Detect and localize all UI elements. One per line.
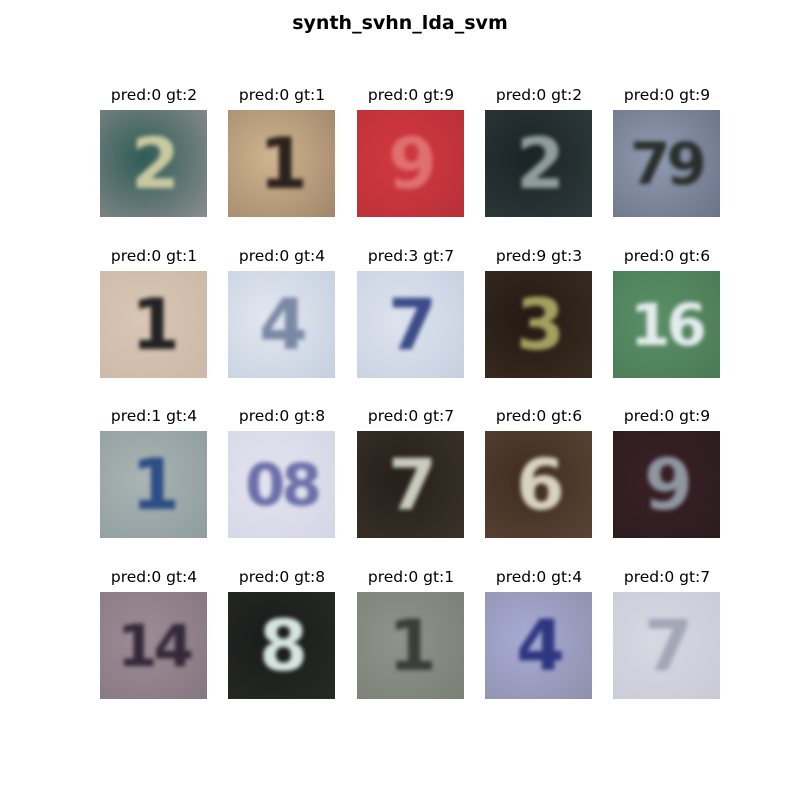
- digit-glyph: 7: [644, 604, 693, 687]
- digit-glyph: 79: [630, 129, 707, 198]
- digit-glyph: 8: [259, 604, 308, 687]
- digit-glyph: 4: [516, 604, 565, 687]
- sample-label: pred:0 gt:1: [367, 568, 455, 586]
- sample-label: pred:0 gt:2: [495, 86, 583, 104]
- sample-label: pred:0 gt:6: [623, 247, 711, 265]
- digit-image: 1: [100, 271, 207, 378]
- digit-glyph: 1: [131, 443, 180, 526]
- digit-image: 1: [357, 592, 464, 699]
- digit-glyph: 4: [259, 283, 308, 366]
- digit-image: 14: [100, 592, 207, 699]
- digit-image: 8: [228, 592, 335, 699]
- sample-label: pred:0 gt:4: [238, 247, 326, 265]
- sample-label: pred:0 gt:4: [110, 568, 198, 586]
- digit-glyph: 1: [131, 283, 180, 366]
- digit-glyph: 1: [259, 122, 308, 205]
- digit-glyph: 16: [630, 290, 707, 359]
- digit-image: 08: [228, 431, 335, 538]
- digit-glyph: 9: [388, 122, 437, 205]
- figure-title: synth_svhn_lda_svm: [292, 12, 508, 34]
- digit-glyph: 14: [117, 611, 194, 680]
- digit-image: 9: [357, 110, 464, 217]
- sample-label: pred:9 gt:3: [495, 247, 583, 265]
- digit-image: 7: [357, 431, 464, 538]
- sample-label: pred:0 gt:7: [367, 407, 455, 425]
- digit-image: 1: [228, 110, 335, 217]
- digit-image: 4: [485, 592, 592, 699]
- digit-glyph: 6: [516, 443, 565, 526]
- sample-label: pred:0 gt:7: [623, 568, 711, 586]
- digit-image: 7: [613, 592, 720, 699]
- digit-glyph: 9: [644, 443, 693, 526]
- sample-label: pred:1 gt:4: [110, 407, 198, 425]
- digit-image: 16: [613, 271, 720, 378]
- digit-image: 4: [228, 271, 335, 378]
- sample-label: pred:3 gt:7: [367, 247, 455, 265]
- digit-image: 3: [485, 271, 592, 378]
- sample-label: pred:0 gt:4: [495, 568, 583, 586]
- digit-glyph: 7: [388, 283, 437, 366]
- sample-label: pred:0 gt:1: [238, 86, 326, 104]
- digit-glyph: 2: [131, 122, 180, 205]
- digit-image: 2: [485, 110, 592, 217]
- sample-label: pred:0 gt:8: [238, 407, 326, 425]
- sample-label: pred:0 gt:8: [238, 568, 326, 586]
- digit-glyph: 2: [516, 122, 565, 205]
- digit-glyph: 7: [388, 443, 437, 526]
- digit-image: 7: [357, 271, 464, 378]
- sample-label: pred:0 gt:9: [623, 86, 711, 104]
- digit-image: 9: [613, 431, 720, 538]
- sample-label: pred:0 gt:6: [495, 407, 583, 425]
- sample-label: pred:0 gt:9: [367, 86, 455, 104]
- sample-label: pred:0 gt:9: [623, 407, 711, 425]
- sample-label: pred:0 gt:2: [110, 86, 198, 104]
- digit-image: 2: [100, 110, 207, 217]
- sample-label: pred:0 gt:1: [110, 247, 198, 265]
- digit-glyph: 08: [245, 450, 322, 519]
- digit-image: 6: [485, 431, 592, 538]
- digit-glyph: 3: [516, 283, 565, 366]
- digit-glyph: 1: [388, 604, 437, 687]
- digit-image: 1: [100, 431, 207, 538]
- digit-image: 79: [613, 110, 720, 217]
